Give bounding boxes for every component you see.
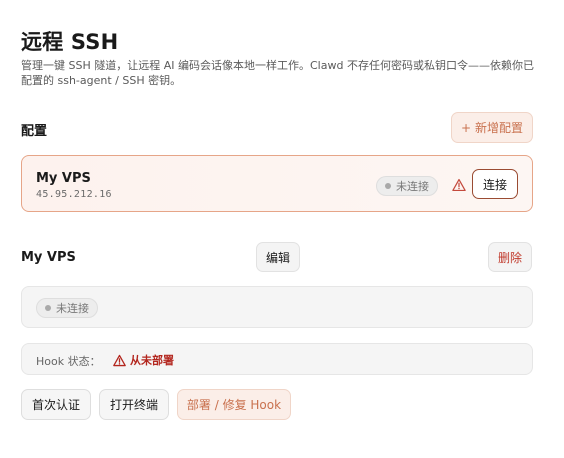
detail-status-text: 未连接 <box>56 302 89 315</box>
connect-button[interactable]: 连接 <box>472 169 518 199</box>
connection-status-panel: 未连接 <box>21 286 533 328</box>
status-dot-icon <box>45 305 51 311</box>
detail-title: My VPS <box>21 250 76 265</box>
connection-status-text: 未连接 <box>396 180 429 193</box>
config-host: 45.95.212.16 <box>36 189 112 200</box>
hook-status-text: 从未部署 <box>130 354 174 367</box>
hook-status-panel: Hook 状态： 从未部署 <box>21 343 533 375</box>
configs-section-label: 配置 <box>21 124 48 139</box>
deploy-hook-button[interactable]: 部署 / 修复 Hook <box>177 389 291 420</box>
first-auth-button[interactable]: 首次认证 <box>21 389 91 420</box>
open-terminal-button[interactable]: 打开终端 <box>99 389 169 420</box>
page-title: 远程 SSH <box>21 30 119 54</box>
config-card[interactable]: My VPS 45.95.212.16 未连接 连接 <box>21 155 533 212</box>
warning-triangle-icon <box>452 178 466 192</box>
config-name: My VPS <box>36 171 91 186</box>
detail-status-badge: 未连接 <box>36 298 98 318</box>
add-config-button[interactable]: + 新增配置 <box>451 112 533 143</box>
warning-triangle-icon <box>113 354 126 366</box>
hook-status-label: Hook 状态： <box>36 355 101 368</box>
connection-status-badge: 未连接 <box>376 176 438 196</box>
add-config-label: 新增配置 <box>475 121 524 135</box>
delete-button[interactable]: 删除 <box>488 242 532 272</box>
status-dot-icon <box>385 183 391 189</box>
edit-button[interactable]: 编辑 <box>256 242 300 272</box>
plus-icon: + <box>460 120 472 135</box>
page-description: 管理一键 SSH 隧道，让远程 AI 编码会话像本地一样工作。Clawd 不存任… <box>21 59 534 87</box>
hook-status-value: 从未部署 <box>113 352 174 368</box>
